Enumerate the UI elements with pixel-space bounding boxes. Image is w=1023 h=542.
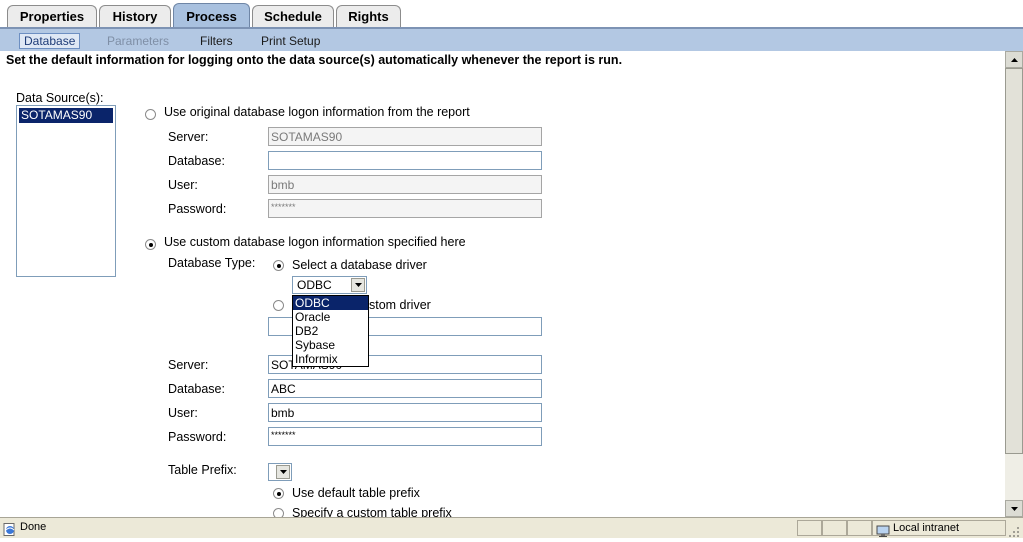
custom-password-field[interactable]: ******* xyxy=(268,427,542,446)
custom-logon-label: Use custom database logon information sp… xyxy=(164,235,466,249)
resize-grip[interactable] xyxy=(1008,523,1020,537)
zone-text: Local intranet xyxy=(893,522,960,534)
data-sources-list[interactable]: SOTAMAS90 xyxy=(16,105,116,277)
original-user-field[interactable]: bmb xyxy=(268,175,542,194)
original-logon-radio[interactable] xyxy=(145,109,156,120)
custom-database-field[interactable]: ABC xyxy=(268,379,542,398)
driver-option[interactable]: Informix xyxy=(293,352,368,366)
custom-user-field[interactable]: bmb xyxy=(268,403,542,422)
scroll-down-icon[interactable] xyxy=(1005,500,1023,517)
custom-prefix-radio[interactable] xyxy=(273,508,284,517)
scrollbar-thumb[interactable] xyxy=(1005,68,1023,454)
subtab-parameters: Parameters xyxy=(107,34,170,48)
data-source-item[interactable]: SOTAMAS90 xyxy=(19,108,113,123)
status-panel xyxy=(847,520,872,536)
custom-database-label: Database: xyxy=(168,382,225,396)
original-database-field[interactable] xyxy=(268,151,542,170)
tab-properties[interactable]: Properties xyxy=(7,5,97,27)
original-user-label: User: xyxy=(168,178,198,192)
driver-option[interactable]: ODBC xyxy=(293,296,368,310)
driver-dropdown-list[interactable]: ODBC Oracle DB2 Sybase Informix xyxy=(292,295,369,367)
tab-process[interactable]: Process xyxy=(173,3,250,29)
custom-logon-radio[interactable] xyxy=(145,239,156,250)
database-type-label: Database Type: xyxy=(168,256,256,270)
original-server-field[interactable]: SOTAMAS90 xyxy=(268,127,542,146)
select-driver-radio[interactable] xyxy=(273,260,284,271)
status-text: Done xyxy=(20,521,47,533)
default-prefix-label: Use default table prefix xyxy=(292,486,420,500)
driver-option[interactable]: DB2 xyxy=(293,324,368,338)
custom-server-label: Server: xyxy=(168,358,209,372)
custom-password-label: Password: xyxy=(168,430,227,444)
driver-select[interactable]: ODBC xyxy=(292,276,367,294)
driver-select-value: ODBC xyxy=(297,278,332,292)
custom-driver-radio[interactable] xyxy=(273,300,284,311)
original-password-label: Password: xyxy=(168,202,227,216)
custom-driver-label: stom driver xyxy=(369,298,431,312)
zone-panel: Local intranet xyxy=(872,520,1006,537)
scroll-up-icon[interactable] xyxy=(1005,51,1023,68)
subtab-print-setup[interactable]: Print Setup xyxy=(257,33,324,49)
vertical-scrollbar[interactable] xyxy=(1005,51,1023,517)
original-server-label: Server: xyxy=(168,130,209,144)
tab-bar: Properties History Process Schedule Righ… xyxy=(0,0,1023,29)
driver-option[interactable]: Oracle xyxy=(293,310,368,324)
original-logon-label: Use original database logon information … xyxy=(164,105,470,119)
subtab-database[interactable]: Database xyxy=(19,33,81,49)
intranet-zone-icon xyxy=(876,522,890,537)
tab-history[interactable]: History xyxy=(99,5,171,27)
status-panel xyxy=(797,520,822,536)
original-database-label: Database: xyxy=(168,154,225,168)
ie-page-icon xyxy=(3,521,16,536)
custom-prefix-label: Specify a custom table prefix xyxy=(292,506,452,517)
dropdown-arrow-icon xyxy=(276,465,290,479)
status-panel xyxy=(822,520,847,536)
database-panel: Set the default information for logging … xyxy=(0,51,1005,517)
tab-schedule[interactable]: Schedule xyxy=(252,5,334,27)
original-password-field[interactable]: ******* xyxy=(268,199,542,218)
subtab-bar: Database Parameters Filters Print Setup xyxy=(0,29,1023,51)
tab-rights[interactable]: Rights xyxy=(336,5,401,27)
subtab-filters[interactable]: Filters xyxy=(196,33,237,49)
table-prefix-label: Table Prefix: xyxy=(168,463,237,477)
status-bar: Done Local intranet xyxy=(0,517,1023,538)
instruction-text: Set the default information for logging … xyxy=(6,53,623,67)
table-prefix-select[interactable] xyxy=(268,463,292,481)
data-sources-label: Data Source(s): xyxy=(16,91,104,105)
driver-option[interactable]: Sybase xyxy=(293,338,368,352)
custom-user-label: User: xyxy=(168,406,198,420)
dropdown-arrow-icon[interactable] xyxy=(351,278,365,292)
select-driver-label: Select a database driver xyxy=(292,258,427,272)
default-prefix-radio[interactable] xyxy=(273,488,284,499)
